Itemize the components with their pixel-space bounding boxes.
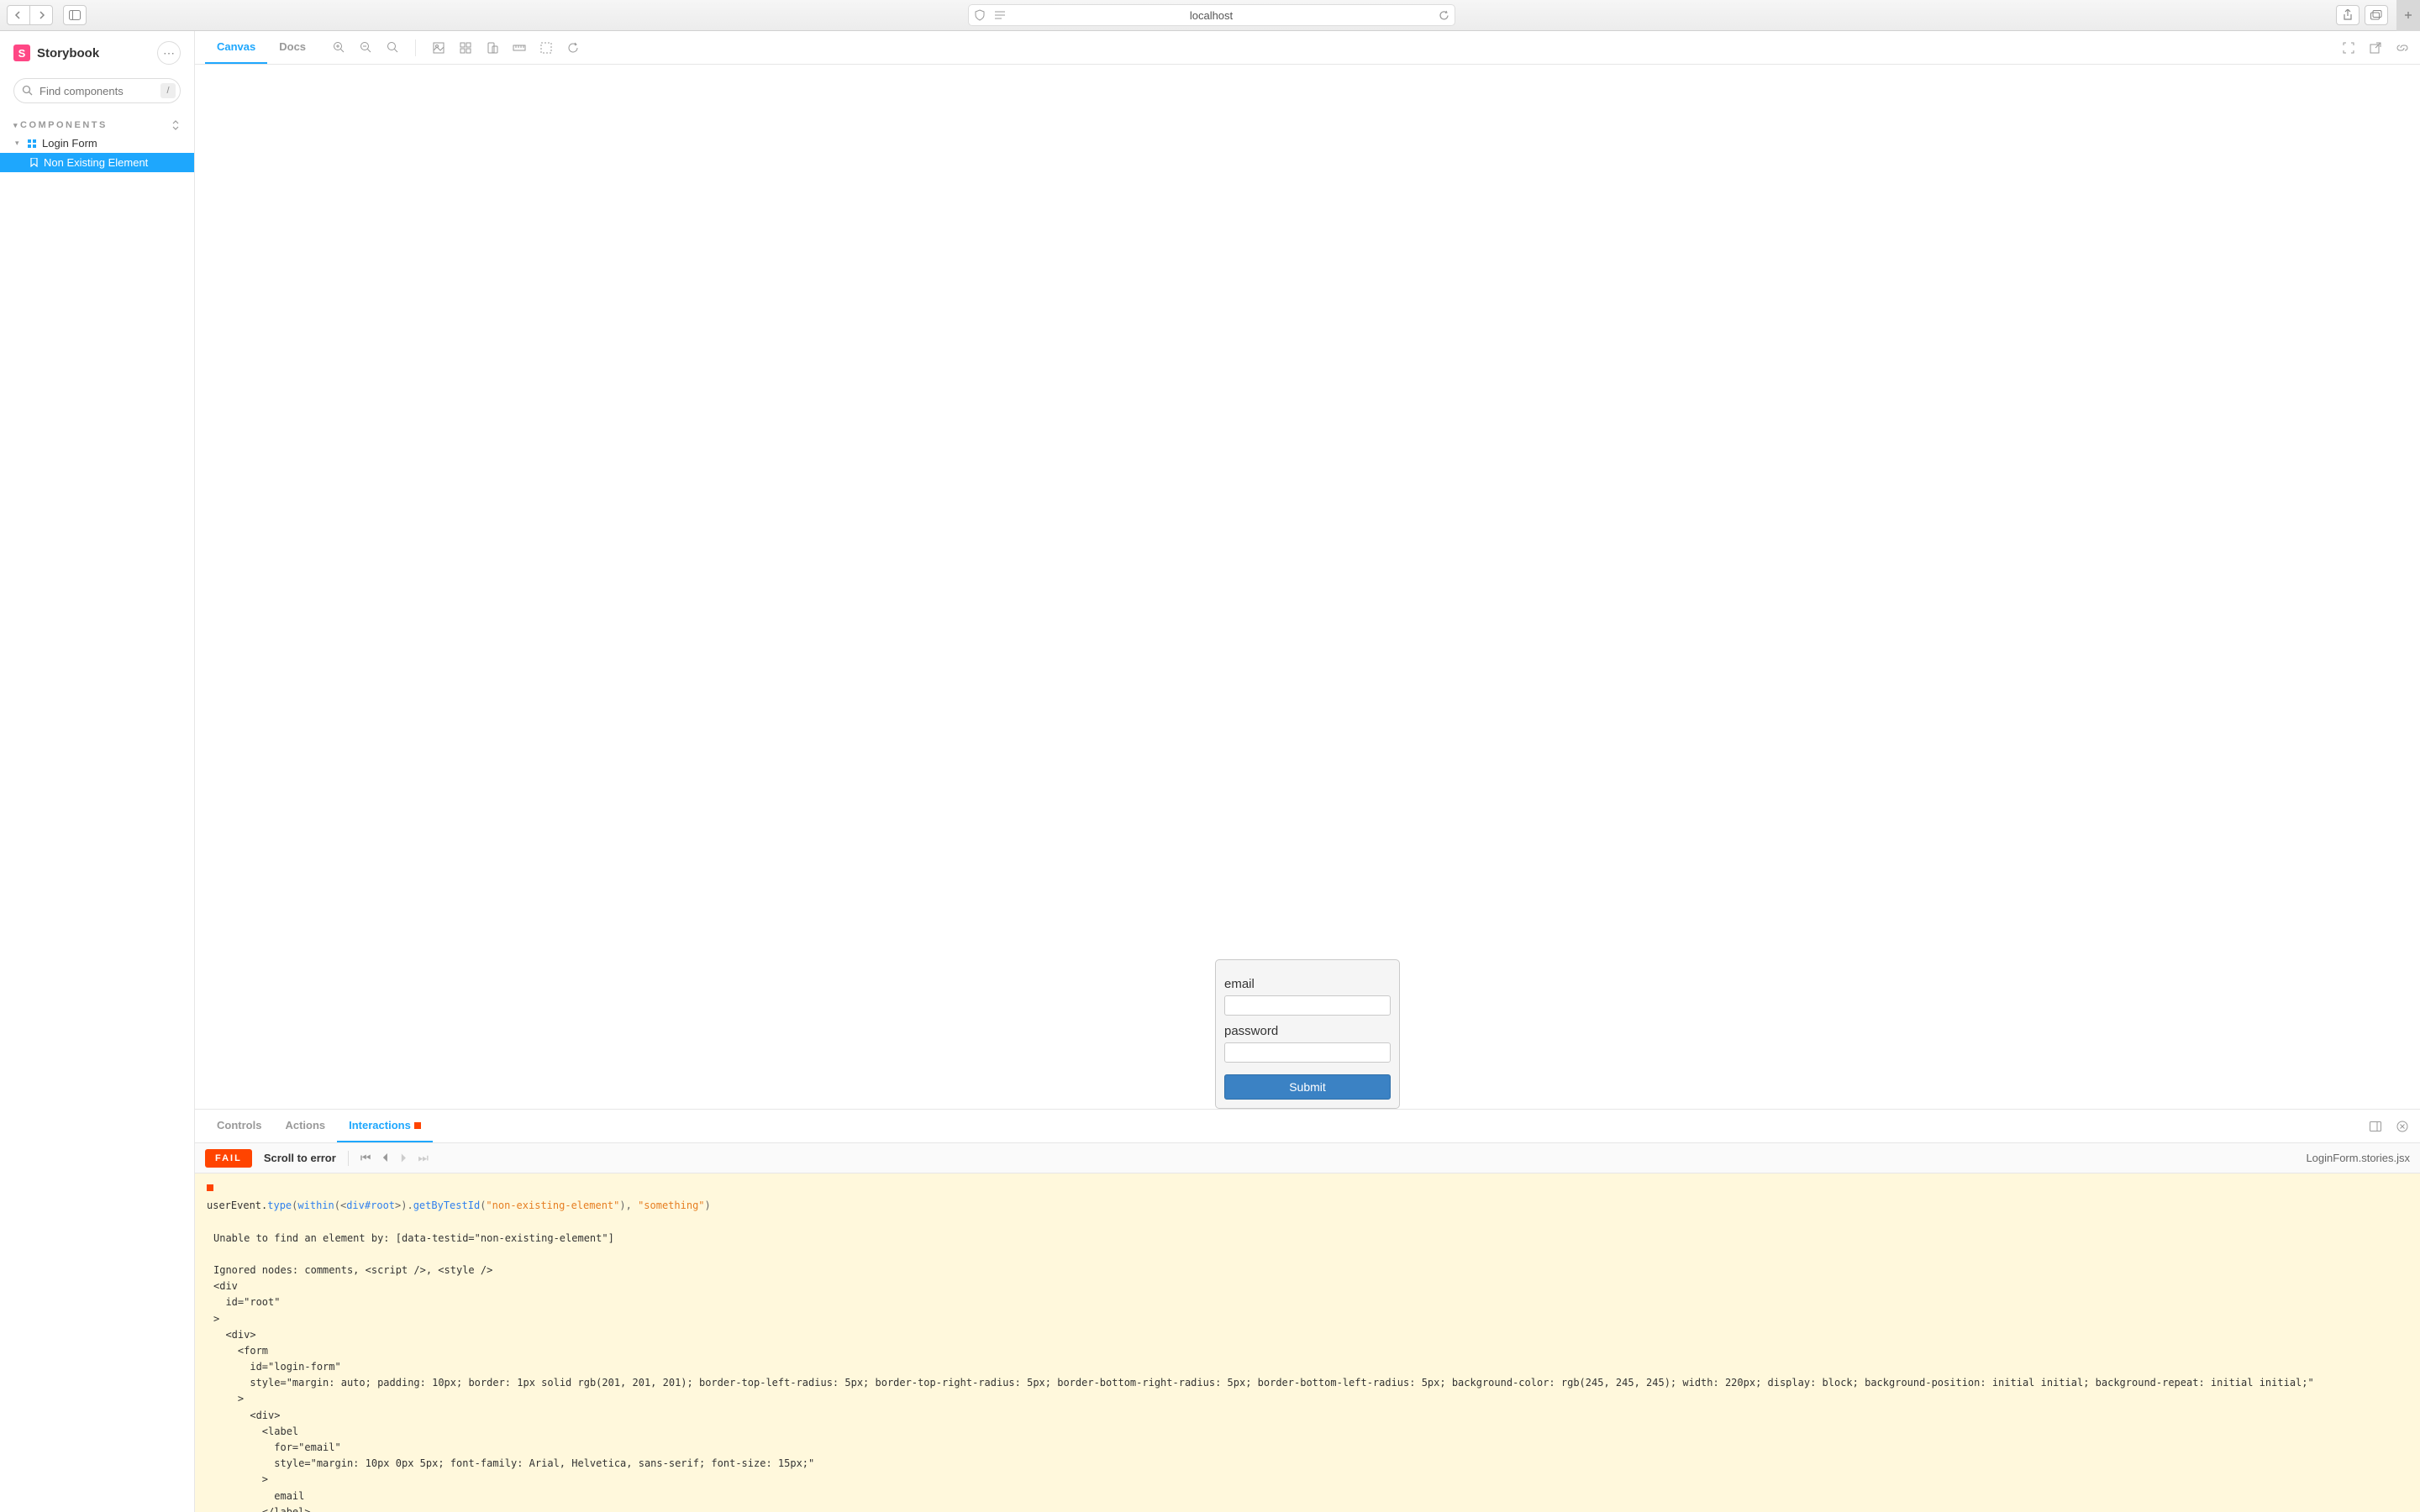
zoom-out-icon[interactable]: [358, 40, 373, 55]
nav-buttons: [7, 5, 53, 25]
submit-button[interactable]: Submit: [1224, 1074, 1391, 1100]
interactions-bar: FAIL Scroll to error ⏮ ⏴ ⏵ ⏭ LoginForm.s…: [195, 1143, 2420, 1173]
scroll-to-error-button[interactable]: Scroll to error: [264, 1152, 336, 1164]
new-tab-button[interactable]: [2396, 0, 2420, 31]
sidebar-section-header[interactable]: ▾ COMPONENTS: [0, 117, 194, 134]
viewport-icon[interactable]: [485, 40, 500, 55]
panel-orientation-icon[interactable]: [2368, 1119, 2383, 1134]
back-button[interactable]: [7, 5, 30, 25]
login-form: email password Submit: [1215, 959, 1400, 1109]
zoom-in-icon[interactable]: [331, 40, 346, 55]
forward-button[interactable]: [29, 5, 53, 25]
step-back-icon[interactable]: ⏴: [382, 1151, 388, 1165]
story-file-name: LoginForm.stories.jsx: [2306, 1152, 2410, 1164]
caret-down-icon: ▾: [13, 121, 20, 130]
canvas: email password Submit: [195, 65, 2420, 1109]
shield-icon: [974, 9, 986, 21]
sidebar-item-login-form[interactable]: ▾ Login Form: [0, 134, 194, 153]
close-panel-icon[interactable]: [2395, 1119, 2410, 1134]
sidebar-item-non-existing-element[interactable]: Non Existing Element: [0, 153, 194, 172]
browser-chrome: localhost: [0, 0, 2420, 31]
step-forward-icon[interactable]: ⏵: [400, 1151, 406, 1165]
email-input[interactable]: [1224, 995, 1391, 1016]
fail-indicator-icon: [414, 1122, 421, 1129]
call-line: userEvent.type(within(<div#root>).getByT…: [207, 1200, 711, 1211]
fail-badge: FAIL: [205, 1149, 252, 1168]
sidebar-header: S Storybook ⋯: [0, 31, 194, 75]
tree-item-label: Non Existing Element: [44, 156, 148, 169]
collapse-all-icon[interactable]: [171, 120, 181, 130]
component-icon: [27, 139, 37, 149]
zoom-reset-icon[interactable]: [385, 40, 400, 55]
email-label: email: [1224, 977, 1391, 991]
storybook-logo: S: [13, 45, 30, 61]
dom-dump: <div id="root" > <div> <form id="login-f…: [213, 1278, 2408, 1512]
main: Canvas Docs: [195, 31, 2420, 1512]
addons-tabs: Controls Actions Interactions: [195, 1110, 2420, 1143]
open-external-icon[interactable]: [2368, 40, 2383, 55]
search-kbd-hint: /: [160, 83, 176, 98]
grid-icon[interactable]: [458, 40, 473, 55]
rewind-end-icon[interactable]: ⏭: [418, 1151, 429, 1165]
password-input[interactable]: [1224, 1042, 1391, 1063]
tabs-button[interactable]: [2365, 5, 2388, 25]
measure-icon[interactable]: [512, 40, 527, 55]
rewind-start-icon[interactable]: ⏮: [360, 1151, 371, 1165]
toolbar: Canvas Docs: [195, 31, 2420, 65]
url-bar[interactable]: localhost: [968, 4, 1455, 26]
password-label: password: [1224, 1024, 1391, 1038]
link-icon[interactable]: [2395, 40, 2410, 55]
brand-title: Storybook: [37, 46, 150, 60]
sidebar-search: /: [13, 78, 181, 103]
search-icon: [22, 85, 33, 96]
error-marker-icon: [207, 1184, 213, 1191]
tab-docs[interactable]: Docs: [267, 31, 318, 64]
error-message: Unable to find an element by: [data-test…: [213, 1231, 2408, 1247]
background-icon[interactable]: [431, 40, 446, 55]
reload-icon[interactable]: [1439, 10, 1449, 21]
tab-canvas[interactable]: Canvas: [205, 31, 267, 64]
reader-icon: [994, 10, 1006, 20]
tab-controls[interactable]: Controls: [205, 1110, 273, 1142]
url-text: localhost: [1190, 9, 1233, 22]
tab-label: Interactions: [349, 1119, 411, 1131]
bookmark-icon: [29, 158, 39, 168]
sidebar-toggle-button[interactable]: [63, 5, 87, 25]
error-body: userEvent.type(within(<div#root>).getByT…: [195, 1173, 2420, 1512]
share-button[interactable]: [2336, 5, 2360, 25]
sidebar-menu-button[interactable]: ⋯: [157, 41, 181, 65]
tree-item-label: Login Form: [42, 137, 97, 150]
playback-controls: ⏮ ⏴ ⏵ ⏭: [360, 1151, 429, 1165]
refresh-icon[interactable]: [566, 40, 581, 55]
tab-interactions[interactable]: Interactions: [337, 1110, 433, 1142]
tab-actions[interactable]: Actions: [273, 1110, 337, 1142]
fullscreen-icon[interactable]: [2341, 40, 2356, 55]
addons-panel: Controls Actions Interactions FAIL Scrol…: [195, 1109, 2420, 1512]
sidebar: S Storybook ⋯ / ▾ COMPONENTS ▾ Login For…: [0, 31, 195, 1512]
caret-down-icon: ▾: [15, 139, 22, 148]
search-input[interactable]: [13, 78, 181, 103]
ignored-nodes: Ignored nodes: comments, <script />, <st…: [213, 1263, 2408, 1278]
outline-icon[interactable]: [539, 40, 554, 55]
section-label: COMPONENTS: [20, 120, 108, 130]
